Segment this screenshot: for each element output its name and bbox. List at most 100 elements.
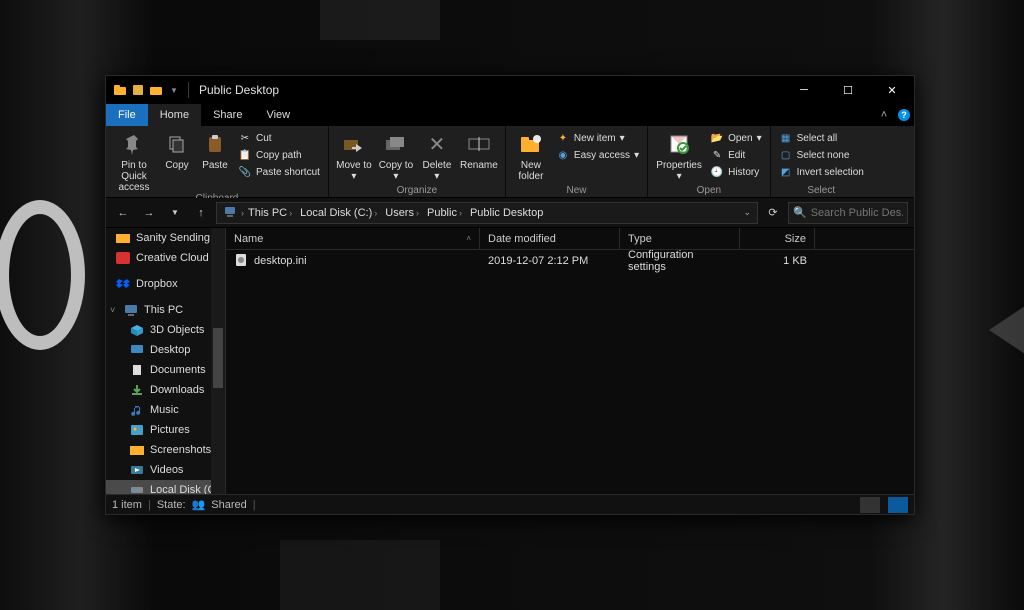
rename-button[interactable]: Rename: [459, 128, 499, 171]
nav-creative-cloud[interactable]: Creative Cloud Fil: [106, 248, 225, 268]
pin-button[interactable]: Pin to Quick access: [112, 128, 156, 193]
ribbon-group-open: Properties ▾ 📂Open ▾ ✎Edit 🕘History Open: [648, 126, 771, 197]
tab-home[interactable]: Home: [148, 104, 201, 126]
maximize-button[interactable]: ☐: [826, 76, 870, 104]
copy-path-button[interactable]: 📋Copy path: [236, 147, 322, 163]
nav-screenshots[interactable]: Screenshots: [106, 440, 225, 460]
history-icon: 🕘: [710, 165, 724, 179]
collapse-ribbon-icon[interactable]: ˄: [874, 104, 894, 126]
nav-local-disk-c[interactable]: Local Disk (C:): [106, 480, 225, 494]
nav-documents[interactable]: Documents: [106, 360, 225, 380]
down-icon: [130, 383, 144, 397]
open-button[interactable]: 📂Open ▾: [708, 130, 764, 146]
folder-icon: [130, 443, 144, 457]
recent-button[interactable]: ▼: [164, 202, 186, 224]
forward-button[interactable]: →: [138, 202, 160, 224]
crumb-public-desktop[interactable]: Public Desktop: [466, 207, 547, 219]
navigation-pane: Sanity Sending a˄ Creative Cloud Fil Dro…: [106, 228, 226, 494]
details-view-button[interactable]: [860, 497, 880, 513]
col-name[interactable]: Name˄: [226, 228, 480, 249]
file-list: Name˄ Date modified Type Size desktop.in…: [226, 228, 914, 494]
crumb-this-pc[interactable]: This PC›: [244, 207, 296, 219]
edit-icon: ✎: [710, 148, 724, 162]
column-headers: Name˄ Date modified Type Size: [226, 228, 914, 250]
nav-scrollbar[interactable]: [211, 228, 225, 494]
nav-dropbox[interactable]: Dropbox: [106, 274, 225, 294]
search-box[interactable]: 🔍: [788, 202, 908, 224]
properties-button[interactable]: Properties ▾: [654, 128, 704, 182]
crumb-users[interactable]: Users›: [381, 207, 423, 219]
new-folder-button[interactable]: New folder: [512, 128, 550, 182]
sort-indicator-icon: ˄: [466, 234, 471, 243]
back-button[interactable]: ←: [112, 202, 134, 224]
nav-videos[interactable]: Videos: [106, 460, 225, 480]
ribbon-group-select: ▦Select all ▢Select none ◩Invert selecti…: [771, 126, 872, 197]
search-icon: 🔍: [793, 206, 807, 219]
easy-access-icon: ◉: [556, 148, 570, 162]
copy-icon: [163, 130, 191, 158]
tab-file[interactable]: File: [106, 104, 148, 126]
nav-sanity-sending[interactable]: Sanity Sending a˄: [106, 228, 225, 248]
col-size[interactable]: Size: [740, 228, 815, 249]
copy-to-button[interactable]: Copy to ▾: [377, 128, 415, 182]
select-all-icon: ▦: [779, 131, 793, 145]
file-row[interactable]: desktop.ini 2019-12-07 2:12 PM Configura…: [226, 250, 914, 272]
ribbon-group-clipboard: Pin to Quick access Copy Paste ✂Cut 📋Cop…: [106, 126, 329, 197]
status-bar: 1 item | State: 👥 Shared |: [106, 494, 914, 514]
easy-access-button[interactable]: ◉Easy access ▾: [554, 147, 641, 163]
titlebar[interactable]: ▼ Public Desktop ─ ☐ ✕: [106, 76, 914, 104]
tab-share[interactable]: Share: [201, 104, 254, 126]
qat-properties-icon[interactable]: [130, 82, 146, 98]
crumb-local-disk[interactable]: Local Disk (C:)›: [296, 207, 381, 219]
nav-desktop[interactable]: Desktop: [106, 340, 225, 360]
paste-button[interactable]: Paste: [198, 128, 232, 171]
music-icon: [130, 403, 144, 417]
minimize-button[interactable]: ─: [782, 76, 826, 104]
select-all-button[interactable]: ▦Select all: [777, 130, 866, 146]
paste-shortcut-button[interactable]: 📎Paste shortcut: [236, 164, 322, 180]
icons-view-button[interactable]: [888, 497, 908, 513]
file-icon: [234, 253, 248, 270]
close-button[interactable]: ✕: [870, 76, 914, 104]
invert-icon: ◩: [779, 165, 793, 179]
cut-button[interactable]: ✂Cut: [236, 130, 322, 146]
up-button[interactable]: ↑: [190, 202, 212, 224]
select-none-button[interactable]: ▢Select none: [777, 147, 866, 163]
qat-newfolder-icon[interactable]: [148, 82, 164, 98]
tab-view[interactable]: View: [254, 104, 302, 126]
address-dropdown-icon[interactable]: ⌄: [739, 207, 755, 218]
help-icon[interactable]: ?: [894, 104, 914, 126]
nav-pictures[interactable]: Pictures: [106, 420, 225, 440]
bg-shape: [320, 0, 440, 40]
desktop-icon: [130, 343, 144, 357]
nav-3d-objects[interactable]: 3D Objects: [106, 320, 225, 340]
edit-button[interactable]: ✎Edit: [708, 147, 764, 163]
nav-this-pc[interactable]: ˅This PC: [106, 300, 225, 320]
qat-dropdown-icon[interactable]: ▼: [166, 82, 182, 98]
scrollbar-thumb[interactable]: [213, 328, 223, 388]
3d-icon: [130, 323, 144, 337]
folder-icon: [116, 231, 130, 245]
pc-icon: [124, 303, 138, 317]
history-button[interactable]: 🕘History: [708, 164, 764, 180]
breadcrumb[interactable]: › This PC› Local Disk (C:)› Users› Publi…: [216, 202, 758, 224]
cut-icon: ✂: [238, 131, 252, 145]
nav-downloads[interactable]: Downloads: [106, 380, 225, 400]
col-date[interactable]: Date modified: [480, 228, 620, 249]
ribbon-group-new: New folder ✦New item ▾ ◉Easy access ▾ Ne…: [506, 126, 648, 197]
nav-music[interactable]: Music: [106, 400, 225, 420]
item-count: 1 item: [112, 499, 142, 511]
delete-button[interactable]: ✕Delete ▾: [419, 128, 455, 182]
new-item-button[interactable]: ✦New item ▾: [554, 130, 641, 146]
new-folder-icon: [517, 130, 545, 158]
crumb-public[interactable]: Public›: [423, 207, 466, 219]
col-type[interactable]: Type: [620, 228, 740, 249]
refresh-button[interactable]: ⟳: [762, 202, 784, 224]
search-input[interactable]: [811, 207, 903, 219]
invert-selection-button[interactable]: ◩Invert selection: [777, 164, 866, 180]
video-icon: [130, 463, 144, 477]
pic-icon: [130, 423, 144, 437]
app-icon: [112, 82, 128, 98]
move-to-button[interactable]: Move to ▾: [335, 128, 373, 182]
copy-button[interactable]: Copy: [160, 128, 194, 171]
